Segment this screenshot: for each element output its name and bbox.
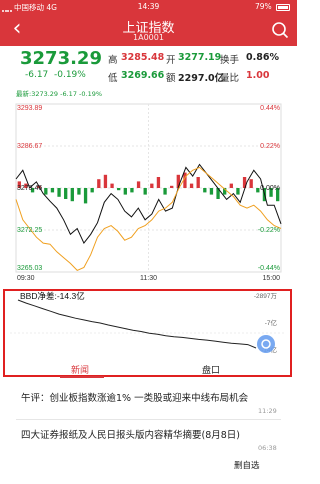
clock: 14:39 — [137, 2, 160, 11]
low-value: 3269.66 — [121, 70, 165, 81]
battery-icon — [276, 4, 290, 11]
low-label: 低 — [108, 73, 118, 84]
volume-bar — [130, 188, 134, 193]
news-item[interactable]: 午评：创业板指数涨逾1% 一类股或迎来中线布局机会 11:29 — [0, 385, 297, 421]
volume-bar — [150, 183, 154, 188]
high-label: 高 — [108, 55, 118, 66]
volume-ratio-label: 量比 — [220, 73, 240, 84]
volume-bar — [136, 181, 141, 188]
battery-percent: 79% — [255, 2, 272, 11]
pct-tick-label: -0.22% — [258, 227, 280, 234]
volume-bar — [209, 188, 214, 195]
price-change: -6.17 — [25, 70, 49, 80]
volume-ratio-value: 1.00 — [246, 70, 270, 81]
news-title: 午评：创业板指数涨逾1% 一类股或迎来中线布局机会 — [21, 393, 249, 404]
volume-bar — [256, 188, 260, 193]
x-tick-label: 11:30 — [140, 275, 157, 282]
high-value: 3285.48 — [121, 52, 165, 63]
last-price: 3273.29 — [20, 48, 102, 69]
volume-bar — [236, 188, 240, 195]
remove-from-watchlist-button[interactable]: 删自选 — [234, 459, 260, 471]
bbd-label: BBD净差:-14.3亿 — [20, 291, 85, 301]
float-action-button — [257, 335, 275, 353]
tab-bar: 新闻 盘口 — [0, 361, 297, 379]
volume-bar — [123, 188, 127, 195]
y-tick-label: 3265.03 — [17, 265, 42, 272]
volume-bar — [57, 188, 61, 197]
volume-bar — [90, 188, 94, 193]
volume-bar — [196, 177, 200, 188]
news-time: 06:38 — [258, 444, 277, 452]
y-tick-label: 3286.67 — [17, 143, 42, 150]
volume-bar — [83, 188, 88, 204]
news-time: 11:29 — [258, 407, 277, 415]
y-tick-label: 3293.89 — [17, 105, 42, 112]
volume-bar — [110, 183, 114, 188]
volume-bar — [70, 188, 74, 202]
news-title: 四大证券报纸及人民日报头版内容精华摘要(8月8日) — [21, 430, 241, 441]
pct-tick-label: 0.22% — [260, 143, 280, 150]
turnover-value: 0.86% — [246, 52, 279, 63]
tab-orderbook[interactable]: 盘口 — [202, 363, 220, 376]
open-label: 开 — [166, 55, 176, 66]
volume-bar — [203, 188, 207, 193]
volume-bar — [229, 183, 233, 188]
average-line — [15, 166, 282, 271]
volume-bar — [50, 188, 55, 193]
stock-code: 1A0001 — [133, 33, 164, 42]
amount-label: 额 — [166, 73, 176, 84]
pct-tick-label: 0.00% — [260, 185, 280, 192]
pct-tick-label: -0.44% — [258, 265, 280, 272]
pct-tick-label: 0.44% — [260, 105, 280, 112]
turnover-label: 换手 — [220, 55, 240, 66]
volume-bar — [170, 185, 174, 188]
volume-bar — [156, 177, 161, 188]
volume-bar — [97, 179, 101, 188]
status-bar: 中国移动 4G 14:39 79% — [0, 0, 297, 14]
volume-bar — [143, 188, 147, 195]
y-tick-label: 3272.25 — [17, 227, 42, 234]
quote-panel: 3273.29 -6.17 -0.19% 高 3285.48 开 3277.19… — [0, 46, 297, 86]
volume-bar — [249, 179, 253, 188]
title-bar: ‹ 上证指数 1A0001 — [0, 14, 297, 46]
volume-bar — [103, 174, 108, 188]
bbd-tick-label: -7亿 — [265, 318, 278, 327]
bbd-line — [17, 299, 257, 349]
x-tick-label: 15:00 — [262, 275, 280, 282]
divider — [16, 419, 281, 420]
volume-bar — [189, 183, 194, 188]
y-tick-label: 3279.46 — [17, 185, 42, 192]
price-change-percent: -0.19% — [54, 70, 86, 80]
x-tick-label: 09:30 — [17, 275, 35, 282]
volume-bar — [163, 188, 167, 195]
news-item[interactable]: 四大证券报纸及人民日报头版内容精华摘要(8月8日) 06:38 — [0, 421, 297, 453]
tab-news-indicator — [60, 376, 104, 378]
tab-news[interactable]: 新闻 — [71, 363, 89, 376]
amount-value: 2297.0亿 — [178, 73, 225, 84]
search-icon[interactable] — [270, 20, 290, 40]
volume-bar — [117, 188, 121, 191]
volume-bar — [77, 188, 81, 195]
volume-bar — [64, 188, 68, 199]
volume-bar — [44, 188, 48, 195]
bbd-tick-label: -2897万 — [254, 292, 278, 300]
open-value: 3277.19 — [178, 52, 222, 63]
